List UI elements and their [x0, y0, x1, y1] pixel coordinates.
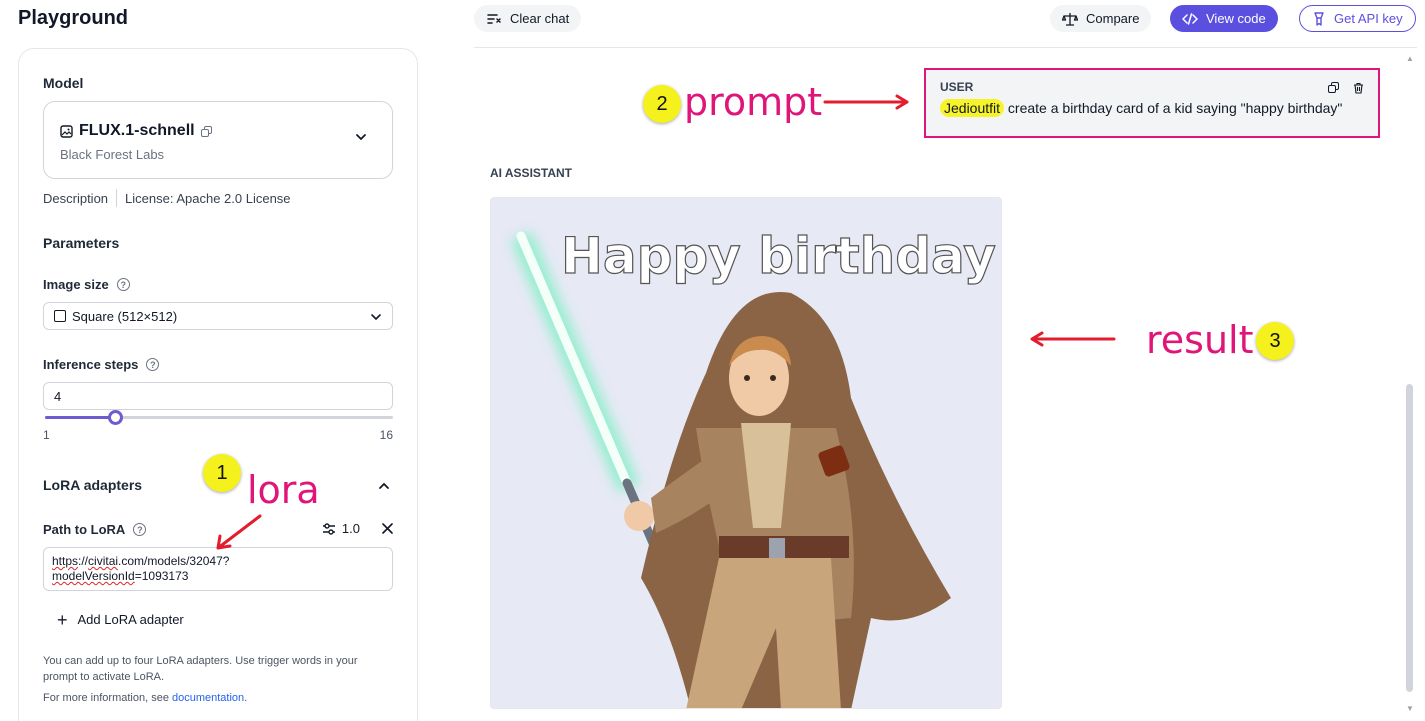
- copy-icon[interactable]: [200, 125, 212, 137]
- generated-image-art: Happy birthday: [510, 226, 996, 708]
- compare-button[interactable]: Compare: [1050, 5, 1152, 32]
- clear-chat-icon: [487, 13, 501, 24]
- info-text: For more information, see documentation.: [43, 692, 248, 704]
- assistant-label: AI ASSISTANT: [490, 166, 573, 180]
- annotation-prompt-label: prompt: [684, 80, 823, 124]
- path-to-lora-label-row: Path to LoRA ?: [43, 522, 147, 537]
- settings-panel: Model FLUX.1-schnell Black Forest Labs D…: [18, 48, 418, 721]
- documentation-link[interactable]: documentation: [172, 692, 244, 704]
- slider-max-label: 16: [379, 428, 393, 442]
- square-icon: [54, 310, 66, 322]
- copy-icon[interactable]: [1328, 82, 1339, 93]
- model-name: FLUX.1-schnell: [79, 122, 195, 139]
- slider-min-label: 1: [43, 428, 50, 442]
- annotation-badge-3: 3: [1256, 322, 1294, 360]
- description-link[interactable]: Description: [43, 191, 108, 206]
- help-icon[interactable]: ?: [133, 523, 147, 536]
- inference-steps-input[interactable]: 4: [43, 382, 393, 410]
- sliders-icon: [322, 522, 335, 535]
- get-api-key-button[interactable]: Get API key: [1299, 5, 1416, 32]
- trigger-word: Jedioutfit: [940, 99, 1005, 117]
- image-size-label-row: Image size ?: [43, 277, 130, 292]
- model-selector[interactable]: FLUX.1-schnell Black Forest Labs: [43, 101, 393, 179]
- image-size-select[interactable]: Square (512×512): [43, 302, 393, 330]
- chat-scrollbar[interactable]: [1406, 384, 1413, 692]
- chevron-down-icon: [356, 134, 366, 141]
- scroll-up-arrow[interactable]: ▲: [1406, 54, 1414, 63]
- help-icon[interactable]: ?: [146, 358, 160, 371]
- compare-label: Compare: [1086, 11, 1140, 26]
- chevron-up-icon[interactable]: [377, 479, 391, 493]
- toolbar-divider: [474, 47, 1417, 48]
- annotation-arrow-result: [1030, 331, 1116, 347]
- add-lora-label: Add LoRA adapter: [77, 612, 184, 627]
- get-api-key-label: Get API key: [1334, 11, 1403, 26]
- annotation-result-label: result: [1146, 318, 1254, 362]
- annotation-badge-1: 1: [203, 454, 241, 492]
- model-organization: Black Forest Labs: [60, 147, 165, 162]
- lora-heading: LoRA adapters: [43, 477, 143, 493]
- annotation-arrow-lora: [216, 514, 262, 550]
- user-message-text: create a birthday card of a kid saying "…: [1004, 100, 1343, 116]
- inference-steps-value: 4: [54, 388, 62, 404]
- slider-thumb[interactable]: [107, 410, 123, 425]
- view-code-label: View code: [1206, 11, 1266, 26]
- user-label: USER: [940, 80, 974, 94]
- add-lora-button[interactable]: + Add LoRA adapter: [57, 609, 184, 630]
- annotation-badge-2: 2: [643, 85, 681, 123]
- lora-strength-control[interactable]: 1.0: [322, 521, 360, 536]
- clear-chat-button[interactable]: Clear chat: [474, 5, 582, 32]
- scale-icon: [1062, 12, 1078, 26]
- page-title: Playground: [18, 7, 129, 29]
- annotation-lora-label: lora: [247, 468, 320, 512]
- scroll-down-arrow[interactable]: ▼: [1406, 704, 1414, 713]
- image-size-label: Image size: [43, 277, 109, 292]
- inference-steps-label: Inference steps: [43, 357, 139, 372]
- path-to-lora-label: Path to LoRA: [43, 522, 126, 537]
- lora-strength-value: 1.0: [341, 521, 360, 536]
- plus-icon: +: [57, 609, 68, 630]
- slider-fill: [45, 416, 115, 419]
- license-text: License: Apache 2.0 License: [125, 190, 291, 206]
- lora-help-text: You can add up to four LoRA adapters. Us…: [43, 655, 358, 683]
- chevron-down-icon: [371, 314, 381, 321]
- image-caption: Happy birthday: [561, 227, 996, 285]
- close-icon[interactable]: [382, 523, 393, 534]
- image-size-value: Square (512×512): [72, 308, 178, 324]
- inference-steps-label-row: Inference steps ?: [43, 357, 160, 372]
- view-code-button[interactable]: View code: [1170, 5, 1278, 32]
- key-icon: [1314, 11, 1324, 26]
- help-icon[interactable]: ?: [116, 278, 130, 291]
- divider: [116, 189, 118, 207]
- user-message: USER Jedioutfit create a birthday card o…: [924, 68, 1380, 138]
- model-heading: Model: [43, 75, 84, 91]
- trash-icon[interactable]: [1353, 82, 1364, 94]
- clear-chat-label: Clear chat: [510, 11, 570, 26]
- annotation-arrow-prompt: [823, 94, 909, 110]
- image-icon: [60, 124, 73, 138]
- generated-image[interactable]: Happy birthday: [490, 197, 1002, 709]
- inference-steps-slider[interactable]: [45, 410, 393, 425]
- parameters-heading: Parameters: [43, 235, 120, 251]
- code-icon: [1182, 12, 1198, 25]
